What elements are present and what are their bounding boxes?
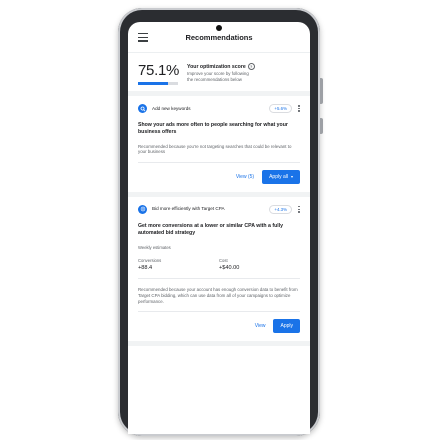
front-camera	[216, 25, 222, 31]
score-text: Your optimization score ? Improve your s…	[187, 63, 255, 82]
score-block: 75.1%	[138, 63, 179, 85]
view-button[interactable]: View	[255, 323, 266, 329]
card-separator	[138, 162, 300, 163]
page-title: Recommendations	[185, 32, 253, 42]
menu-icon[interactable]	[138, 33, 148, 44]
score-heading: Your optimization score	[187, 63, 246, 70]
estimates-label: Weekly estimates	[138, 245, 171, 251]
score-progress-bar	[138, 82, 178, 85]
volume-button	[320, 78, 323, 104]
help-icon[interactable]: ?	[247, 63, 255, 70]
more-options-icon[interactable]	[298, 205, 300, 213]
card-reason: Recommended because your account has eno…	[138, 286, 298, 304]
card-headline: Show your ads more often to people searc…	[138, 122, 288, 135]
card-reason: Recommended because you're not targeting…	[138, 143, 292, 155]
card-separator	[138, 311, 300, 312]
card-title: Bid more efficiently with Target CPA	[152, 206, 225, 212]
score-uplift-badge: +4.3%	[269, 204, 292, 214]
recommendation-card: Bid more efficiently with Target CPA +4.…	[128, 197, 310, 346]
phone-screen: Recommendations 75.1% Your optimization …	[128, 22, 310, 434]
card-actions: View Apply	[138, 318, 300, 333]
optimization-score: 75.1% Your optimization score ? Improve …	[128, 53, 310, 91]
view-button[interactable]: View (5)	[236, 174, 254, 180]
target-icon	[138, 204, 147, 214]
score-description: Improve your score by following the reco…	[187, 71, 249, 82]
conversions-metric: Conversions +88.4	[138, 258, 162, 272]
more-options-icon[interactable]	[298, 105, 300, 113]
search-icon	[138, 104, 147, 113]
apply-all-button[interactable]: Apply all ▾	[262, 169, 300, 184]
score-progress-track	[168, 82, 178, 85]
chevron-down-icon: ▾	[290, 174, 293, 180]
recommendation-card: Add new keywords +5.6% Show your ads mor…	[128, 96, 310, 197]
card-actions: View (5) Apply all ▾	[138, 169, 300, 184]
score-value: 75.1%	[138, 62, 180, 79]
estimate-metrics: Conversions +88.4 Cost +$40.00	[138, 258, 300, 271]
score-progress-fill	[138, 82, 169, 85]
apply-button[interactable]: Apply	[273, 318, 300, 333]
power-button	[320, 118, 323, 134]
card-headline: Get more conversions at a lower or simil…	[138, 222, 284, 236]
card-title: Add new keywords	[152, 105, 191, 111]
card-separator	[138, 278, 300, 279]
cost-metric: Cost +$40.00	[219, 258, 240, 272]
score-uplift-badge: +5.6%	[269, 104, 292, 113]
